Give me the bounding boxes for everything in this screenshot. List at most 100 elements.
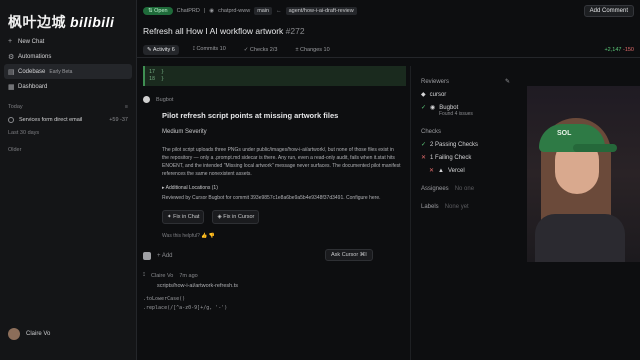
activity-feed: 17 } 18 } Bugbot Pilot refresh script poi… (137, 66, 406, 360)
commit-file[interactable]: scripts/how-i-ai/artwork-refresh.ts (157, 283, 406, 289)
automations-icon: ⚙ (8, 53, 15, 61)
presenter-shirt (535, 214, 625, 262)
watermark-text: 枫叶边城 (8, 14, 66, 30)
review-author: Bugbot (156, 96, 174, 103)
webcam-overlay: SOL (527, 86, 640, 262)
plus-icon: + (8, 38, 13, 45)
app-window: 枫叶边城 bilibili + New Chat ⚙ Automations ▤ … (0, 0, 640, 360)
codebase-icon: ▤ (8, 68, 15, 76)
pr-topbar: ⇅ Open ChatPRD | ◉ chatprd-www main ← ag… (137, 0, 640, 22)
watermark-logo: 枫叶边城 bilibili (8, 12, 114, 32)
avatar (8, 328, 20, 340)
section-last-30: Last 30 days (0, 126, 136, 139)
diff-additions: +2,147 (604, 46, 622, 53)
task-diff: +59 -37 (109, 116, 128, 123)
task-status-icon (8, 116, 14, 123)
labels-label: Labels (421, 204, 439, 210)
base-branch[interactable]: main (254, 7, 273, 15)
additional-label: Additional Locations (1) (165, 185, 218, 191)
cap-brim (573, 144, 617, 152)
org-link[interactable]: chatprd-www (218, 8, 250, 14)
tab-label: Checks 2/3 (249, 46, 278, 53)
checks-label: Checks (421, 129, 442, 135)
review-body: Medium Severity The pilot script uploads… (162, 128, 402, 240)
tab-changes[interactable]: ± Changes 10 (291, 45, 333, 55)
commit-author: Claire Vo (151, 272, 174, 279)
sidebar-item-label: Automations (18, 53, 52, 60)
user-name: Claire Vo (26, 331, 51, 337)
diff-stat: +2,147 -150 (604, 47, 634, 53)
tab-label: Activity 6 (152, 46, 175, 53)
section-label: Older (8, 146, 22, 153)
diff-deletions: -150 (622, 46, 634, 53)
repo-link[interactable]: ChatPRD (177, 8, 200, 14)
sidebar-item-label: New Chat (18, 38, 45, 45)
separator: | (203, 8, 206, 14)
sidebar-item-automations[interactable]: ⚙ Automations (0, 49, 136, 64)
pr-tabs: ✎ Activity 6 ⟟ Commits 10 ✓ Checks 2/3 ±… (137, 42, 640, 58)
labels-value: None yet (444, 204, 469, 210)
commit-row: ⟟ Claire Vo 7m ago (143, 272, 406, 279)
feedback-row: Was this helpful? 👍 👎 (162, 232, 402, 240)
bilibili-logo: bilibili (70, 14, 115, 30)
reviewers-label: Reviewers (421, 78, 450, 85)
review-actions: ✦ Fix in Chat ◈ Fix in Cursor (162, 210, 402, 224)
check-fail-icon: ✕ (421, 155, 427, 161)
commit-icon: ⟟ (143, 272, 146, 278)
reviewed-by-text: Reviewed by Cursor Bugbot for commit 393… (162, 195, 381, 201)
review-title: Pilot refresh script points at missing a… (162, 111, 339, 120)
task-label: Services form direct email (19, 116, 83, 123)
code-snippet: 17 } 18 } (143, 66, 406, 86)
button-label: Fix in Chat (173, 214, 200, 220)
section-label: Today (8, 103, 23, 110)
task-item[interactable]: Services form direct email +59 -37 (0, 113, 136, 126)
tab-label: Commits 10 (196, 46, 226, 52)
reviewers-header: Reviewers ✎ (421, 78, 570, 86)
check-label: 1 Failing Check (430, 154, 472, 161)
tab-activity[interactable]: ✎ Activity 6 (143, 44, 179, 55)
check-label: 2 Passing Checks (430, 141, 479, 148)
cap-logo: SOL (557, 130, 572, 137)
status-badge: ⇅ Open (143, 7, 173, 15)
thumbs-down-icon[interactable]: 👎 (209, 233, 215, 239)
sidebar-item-dashboard[interactable]: ▦ Dashboard (0, 79, 136, 94)
assignees-label: Assignees (421, 186, 449, 192)
add-reaction-label[interactable]: + Add (157, 253, 173, 259)
dashboard-icon: ▦ (8, 83, 15, 91)
emoji-picker-icon[interactable] (143, 252, 151, 260)
code-line: .replace(/[^a-z0-9]+/g, '-') (143, 305, 228, 311)
review-text: The pilot script uploads three PNGs unde… (162, 147, 401, 177)
sidebar-item-label: Dashboard (18, 83, 48, 90)
edit-icon[interactable]: ✎ (505, 78, 510, 85)
tab-commits[interactable]: ⟟ Commits 10 (189, 44, 230, 55)
status-text: Open (154, 8, 168, 14)
early-beta-badge: Early Beta (49, 68, 73, 75)
vercel-icon: ▲ (438, 167, 444, 174)
head-branch[interactable]: agent/how-i-ai-draft-review (285, 7, 357, 15)
cursor-avatar-icon: ◆ (421, 92, 426, 98)
sidebar-item-new-chat[interactable]: + New Chat (0, 34, 136, 49)
fix-in-cursor-button[interactable]: ◈ Fix in Cursor (212, 210, 260, 224)
tab-checks[interactable]: ✓ Checks 2/3 (240, 45, 282, 55)
sidebar-item-codebase[interactable]: ▤ Codebase Early Beta (4, 64, 132, 79)
reviewer-name: Bugbot (439, 104, 459, 111)
check-pass-icon: ✓ (421, 142, 427, 148)
sidebar: 枫叶边城 bilibili + New Chat ⚙ Automations ▤ … (0, 0, 137, 360)
check-label: Vercel (447, 167, 465, 174)
new-task-icon[interactable]: ≡ (125, 104, 128, 110)
fix-in-chat-button[interactable]: ✦ Fix in Chat (162, 210, 205, 224)
user-menu[interactable]: Claire Vo (8, 328, 50, 340)
page-title: Refresh all How I AI workflow artwork #2… (137, 22, 640, 36)
section-older: Older (0, 143, 136, 156)
bugbot-avatar-icon: ◉ (430, 105, 436, 111)
github-icon: ◉ (209, 8, 215, 14)
ask-cursor-button[interactable]: Ask Cursor ⌘I (325, 249, 373, 261)
add-comment-button[interactable]: Add Comment (583, 5, 634, 17)
additional-locations-toggle[interactable]: ▸ Additional Locations (1) (162, 184, 402, 192)
pr-number: #272 (285, 26, 305, 36)
commit-time: 7m ago (179, 272, 198, 279)
section-label: Last 30 days (8, 129, 40, 136)
thumbs-up-icon[interactable]: 👍 (201, 233, 207, 239)
code-lines: .toLowerCase() .replace(/[^a-z0-9]+/g, '… (143, 295, 406, 313)
bugbot-avatar (143, 96, 150, 103)
